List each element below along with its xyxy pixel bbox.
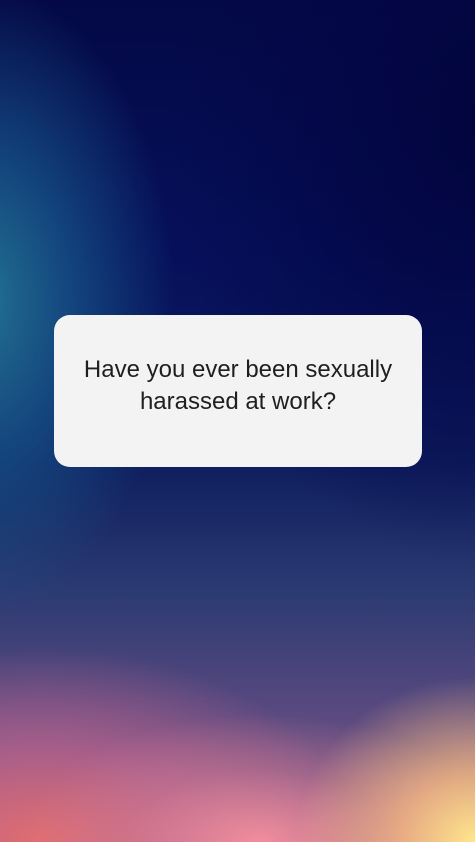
app-screen: Have you ever been sexually harassed at … bbox=[0, 0, 475, 842]
question-card[interactable]: Have you ever been sexually harassed at … bbox=[54, 315, 422, 467]
question-text: Have you ever been sexually harassed at … bbox=[83, 356, 393, 415]
